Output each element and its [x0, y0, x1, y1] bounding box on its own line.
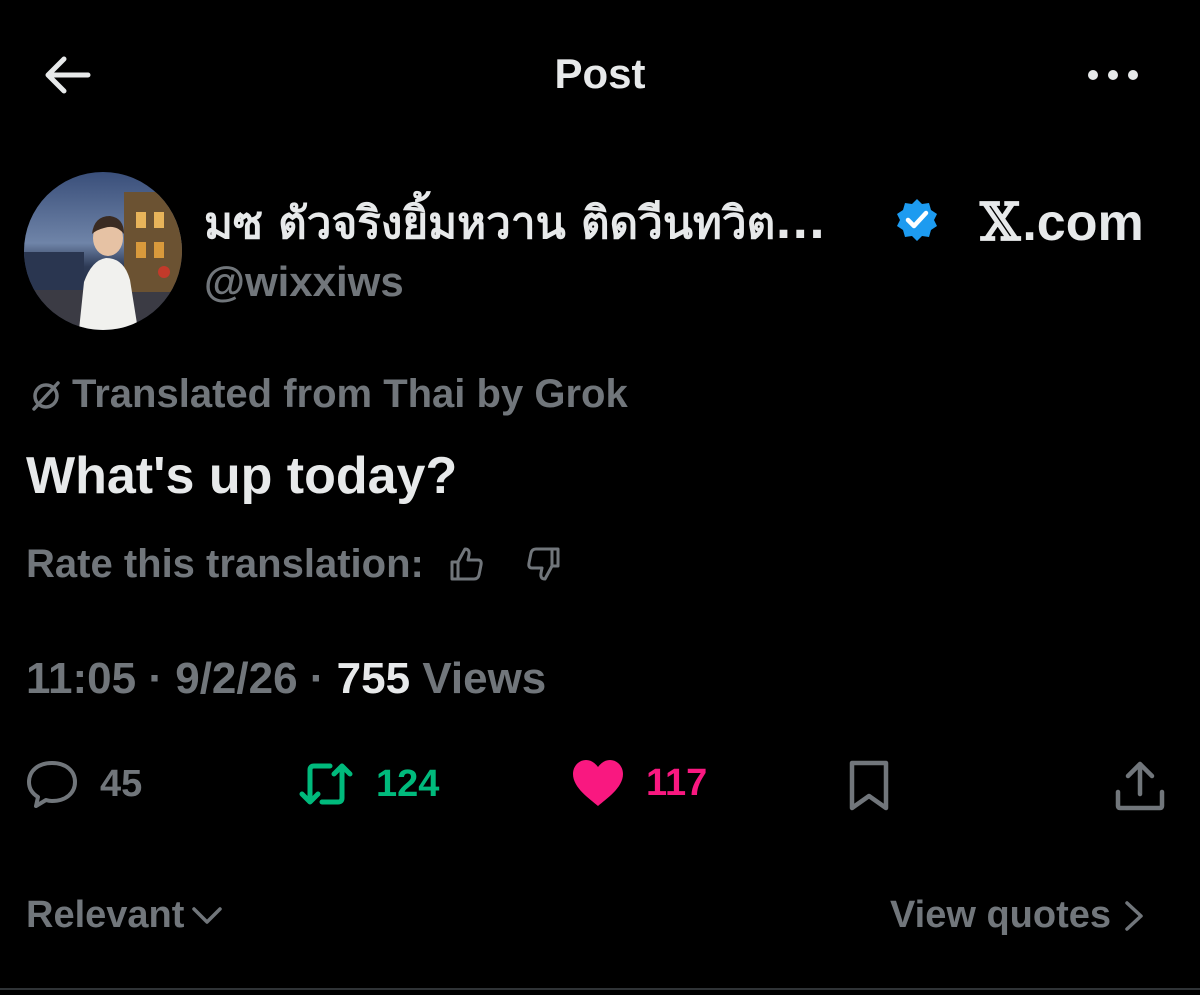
relevant-sort-dropdown[interactable]: Relevant — [26, 894, 224, 937]
post-time: 11:05 — [26, 654, 137, 703]
thumbs-up-button[interactable] — [442, 540, 490, 588]
chevron-right-icon — [1125, 900, 1143, 931]
like-button[interactable]: 117 — [570, 758, 707, 808]
share-button[interactable] — [1112, 758, 1168, 814]
views-count: 755 — [336, 654, 411, 703]
view-quotes-label: View quotes — [890, 894, 1112, 936]
chevron-down-icon — [192, 906, 223, 924]
bookmark-icon — [849, 760, 889, 811]
x-logo-icon: 𝕏 — [980, 192, 1021, 253]
share-upload-icon — [1115, 761, 1165, 811]
verified-badge-icon[interactable] — [893, 196, 941, 244]
author-handle[interactable]: @wixxiws — [204, 258, 404, 306]
repost-count: 124 — [376, 762, 440, 805]
translation-notice: Translated from Thai by Grok — [26, 372, 628, 417]
x-com-watermark: 𝕏 .com — [980, 192, 1144, 253]
rate-translation-label: Rate this translation: — [26, 541, 424, 586]
reply-bubble-icon — [27, 761, 77, 808]
avatar[interactable] — [24, 172, 182, 330]
author-display-name[interactable]: มซ ตัวจริงยิ้มหวาน ติดวีนทวิต... — [204, 188, 825, 258]
back-button[interactable] — [36, 48, 98, 102]
translate-null-icon — [32, 380, 60, 411]
brand-text: .com — [1022, 193, 1144, 252]
repost-button[interactable]: 124 — [296, 758, 439, 810]
page-title: Post — [554, 50, 646, 97]
heart-filled-icon — [573, 760, 623, 806]
post-text: What's up today? — [26, 447, 458, 505]
more-options-button[interactable] — [1078, 50, 1148, 100]
like-count: 117 — [646, 761, 708, 804]
view-quotes-link[interactable]: View quotes — [890, 894, 1145, 937]
bookmark-button[interactable] — [844, 758, 894, 814]
thumbs-down-button[interactable] — [520, 540, 568, 588]
meta-separator: · — [136, 654, 176, 703]
arrow-left-icon — [45, 56, 91, 94]
translation-notice-text: Translated from Thai by Grok — [72, 372, 628, 416]
relevant-label: Relevant — [26, 894, 185, 936]
repost-icon — [299, 763, 353, 805]
divider — [0, 988, 1200, 990]
views-label[interactable]: Views — [422, 654, 546, 703]
reply-button[interactable]: 45 — [24, 758, 142, 810]
post-date: 9/2/26 — [175, 654, 298, 703]
thumbs-down-icon — [527, 547, 560, 581]
rate-translation: Rate this translation: — [26, 540, 568, 588]
thumbs-up-icon — [450, 547, 483, 581]
reply-count: 45 — [100, 762, 143, 805]
post-meta: 11:05 · 9/2/26 · 755 Views — [26, 654, 546, 704]
more-horizontal-icon — [1088, 70, 1138, 80]
meta-separator: · — [297, 654, 337, 703]
